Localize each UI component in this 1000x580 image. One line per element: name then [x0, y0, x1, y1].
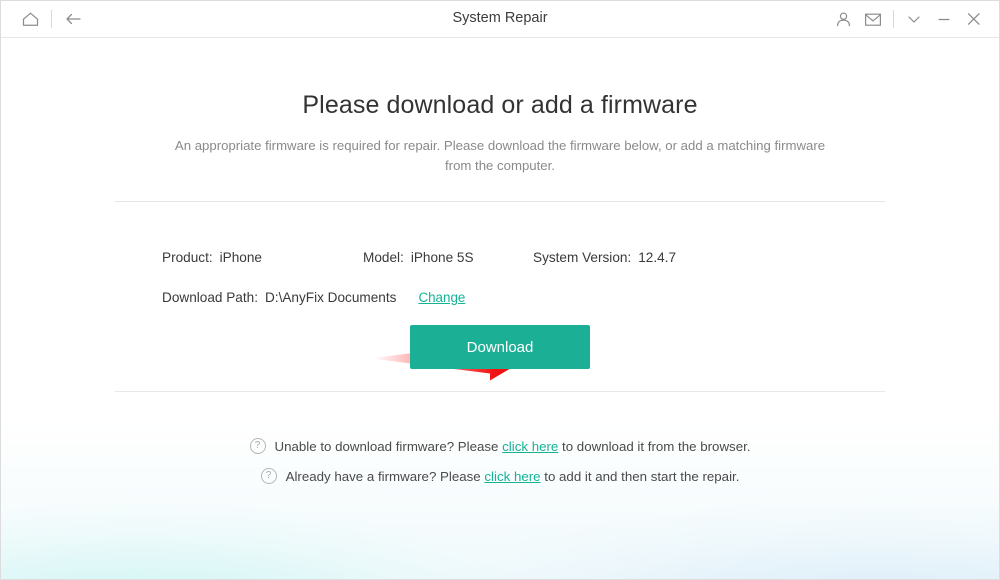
product-value: iPhone — [219, 250, 262, 265]
titlebar-divider-right — [893, 10, 894, 28]
device-info-row: Product: iPhone Model: iPhone 5S System … — [115, 250, 885, 265]
click-here-download-link[interactable]: click here — [502, 439, 558, 454]
click-here-add-link[interactable]: click here — [484, 469, 540, 484]
model-field: Model: iPhone 5S — [363, 250, 533, 265]
product-field: Product: iPhone — [115, 250, 363, 265]
minimize-icon[interactable] — [929, 4, 959, 34]
page-subtitle: An appropriate firmware is required for … — [174, 138, 826, 173]
system-version-label: System Version: — [533, 250, 632, 265]
help-text-prefix: Already have a firmware? Please — [285, 468, 485, 484]
model-label: Model: — [363, 250, 404, 265]
main-content: Please download or add a firmware An app… — [1, 91, 999, 484]
question-circle-icon: ? — [260, 468, 277, 484]
download-action-area: Download — [115, 325, 885, 391]
help-row-download: ? Unable to download firmware? Please cl… — [115, 438, 885, 454]
help-text-prefix: Unable to download firmware? Please — [274, 438, 503, 454]
help-text-suffix: to add it and then start the repair. — [540, 468, 740, 484]
envelope-icon[interactable] — [858, 4, 888, 34]
title-bar-right-controls — [828, 1, 989, 37]
system-version-field: System Version: 12.4.7 — [533, 250, 793, 265]
help-text-suffix: to download it from the browser. — [558, 438, 751, 454]
person-icon[interactable] — [828, 4, 858, 34]
system-version-value: 12.4.7 — [638, 250, 677, 265]
close-icon[interactable] — [959, 4, 989, 34]
app-window: System Repair Please download or add a f… — [0, 0, 1000, 580]
change-path-link[interactable]: Change — [418, 290, 465, 305]
download-path-value: D:\AnyFix Documents — [264, 290, 397, 305]
question-circle-icon: ? — [249, 438, 266, 454]
title-bar: System Repair — [1, 1, 999, 38]
model-value: iPhone 5S — [410, 250, 474, 265]
download-path-row: Download Path: D:\AnyFix Documents Chang… — [115, 290, 885, 305]
chevron-down-icon[interactable] — [899, 4, 929, 34]
product-label: Product: — [162, 250, 213, 265]
download-path-label: Download Path: — [162, 290, 258, 305]
device-info-panel: Product: iPhone Model: iPhone 5S System … — [115, 202, 885, 391]
download-button[interactable]: Download — [410, 325, 590, 369]
help-row-add-firmware: ? Already have a firmware? Please click … — [115, 468, 885, 484]
help-links-area: ? Unable to download firmware? Please cl… — [115, 392, 885, 484]
page-title: Please download or add a firmware — [302, 91, 698, 119]
